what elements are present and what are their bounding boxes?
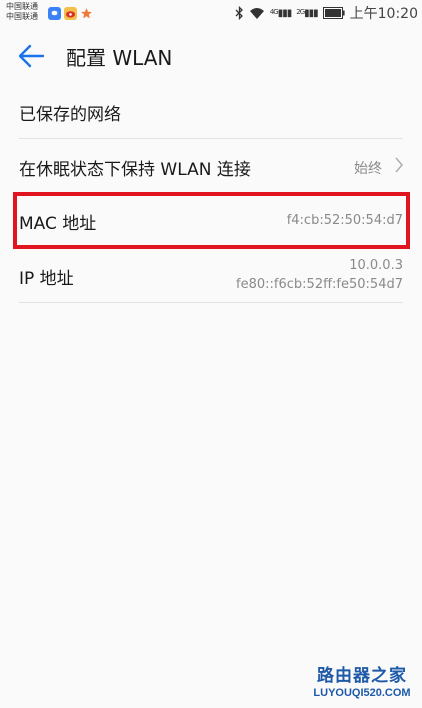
star-app-icon (80, 6, 93, 20)
ipv4-address-value: 10.0.0.3 (349, 258, 403, 273)
battery-icon (322, 7, 345, 19)
sleep-wlan-value: 始终 (354, 161, 382, 177)
ip-address-label: IP 地址 (19, 269, 74, 289)
ip-address-item: IP 地址 10.0.0.3 fe80::f6cb:52ff:fe50:54d7 (0, 248, 422, 302)
watermark-url: LUYOUQI520.COM (313, 687, 411, 699)
back-arrow-icon[interactable] (18, 43, 46, 69)
social-app-icon (48, 6, 61, 20)
signal-1-icon: 4G▮▮▮ (269, 7, 292, 19)
watermark-logo: 路由器之家 LUYOUQI520.COM (308, 666, 416, 704)
watermark-title: 路由器之家 (317, 666, 407, 686)
sleep-wlan-item[interactable]: 在休眠状态下保持 WLAN 连接 始终 (0, 139, 422, 192)
clock: 上午10:20 (349, 6, 418, 22)
title-bar: 配置 WLAN (0, 28, 422, 84)
wifi-icon (249, 7, 264, 19)
weibo-icon (64, 6, 77, 20)
network-type-2: 2G (296, 7, 305, 16)
page-title: 配置 WLAN (66, 46, 173, 70)
signal-2-icon: 2G▮▮▮ (296, 7, 318, 19)
chevron-right-icon (395, 157, 404, 173)
carrier-1: 中国联通 (6, 2, 38, 11)
system-status: 4G▮▮▮ 2G▮▮▮ 上午10:20 (235, 5, 418, 22)
network-type-1: 4G (269, 7, 279, 16)
ipv6-address-value: fe80::f6cb:52ff:fe50:54d7 (236, 277, 403, 292)
status-bar: 中国联通 中国联通 4G▮▮▮ 2G▮▮▮ 上午10:20 (0, 0, 422, 28)
carrier-info: 中国联通 中国联通 (6, 2, 38, 22)
saved-networks-label: 已保存的网络 (19, 105, 121, 125)
highlight-annotation (13, 192, 410, 249)
bluetooth-icon (235, 6, 243, 20)
carrier-2: 中国联通 (6, 12, 38, 21)
notification-icons (48, 6, 93, 20)
divider (19, 302, 403, 303)
sleep-wlan-label: 在休眠状态下保持 WLAN 连接 (19, 160, 251, 180)
saved-networks-item[interactable]: 已保存的网络 (0, 84, 422, 138)
